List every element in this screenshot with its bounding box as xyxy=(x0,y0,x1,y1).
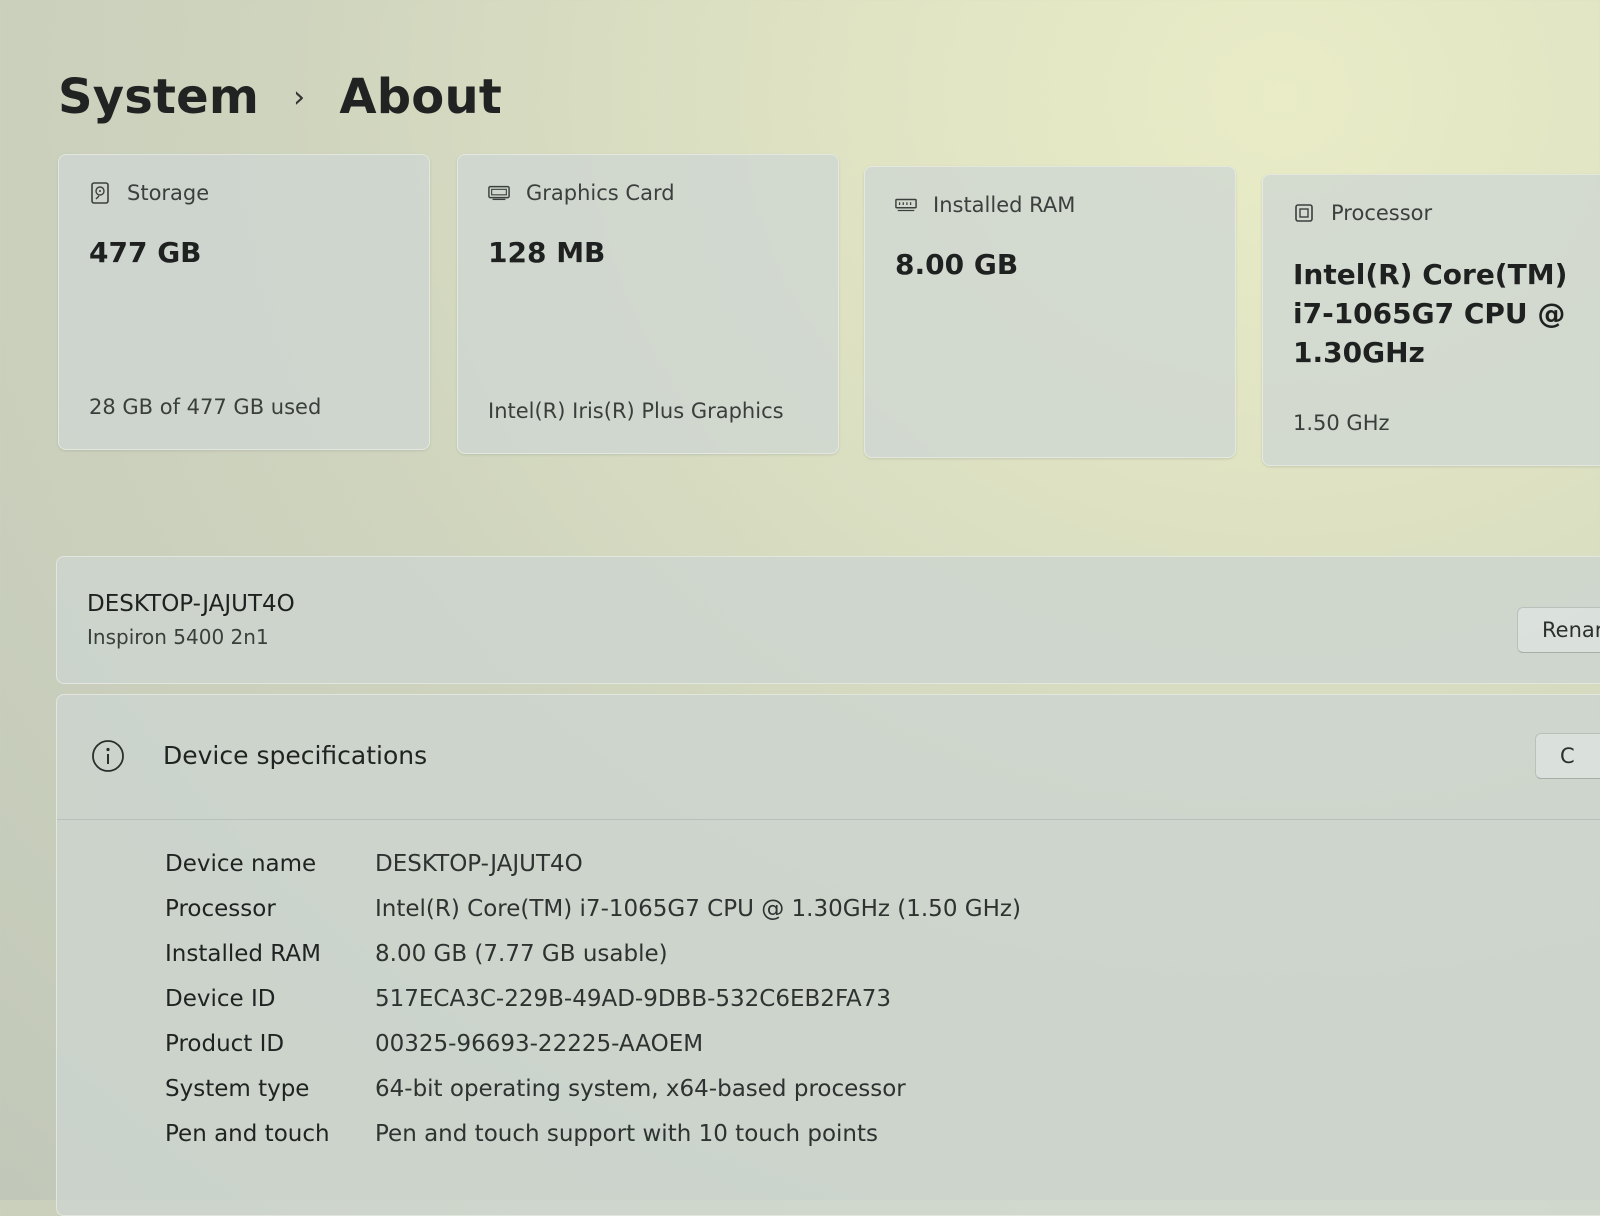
copy-button[interactable]: C xyxy=(1535,733,1600,779)
spec-key: Processor xyxy=(165,895,276,922)
rename-button[interactable]: Renar xyxy=(1517,607,1600,653)
spec-row-device-name: Device name DESKTOP-JAJUT4O xyxy=(165,841,1465,886)
spec-value: DESKTOP-JAJUT4O xyxy=(375,850,583,877)
processor-icon xyxy=(1293,203,1315,223)
spec-list: Device name DESKTOP-JAJUT4O Processor In… xyxy=(165,841,1465,1156)
storage-card: Storage 477 GB 28 GB of 477 GB used xyxy=(58,154,430,450)
device-specifications-title: Device specifications xyxy=(163,741,428,770)
storage-value: 477 GB xyxy=(89,236,202,269)
ram-value: 8.00 GB xyxy=(895,248,1019,281)
spec-key: Product ID xyxy=(165,1030,285,1057)
spec-row-processor: Processor Intel(R) Core(TM) i7-1065G7 CP… xyxy=(165,886,1465,931)
hard-drive-icon xyxy=(89,182,111,204)
graphics-label: Graphics Card xyxy=(526,181,675,205)
spec-row-installed-ram: Installed RAM 8.00 GB (7.77 GB usable) xyxy=(165,931,1465,976)
ram-card: Installed RAM 8.00 GB xyxy=(864,166,1236,458)
device-specifications-header[interactable]: Device specifications C xyxy=(57,695,1600,820)
breadcrumb-system[interactable]: System xyxy=(58,69,259,125)
display-adapter-icon xyxy=(488,183,510,203)
spec-value: 00325-96693-22225-AAOEM xyxy=(375,1030,704,1057)
spec-value: 8.00 GB (7.77 GB usable) xyxy=(375,940,668,967)
spec-value: 517ECA3C-229B-49AD-9DBB-532C6EB2FA73 xyxy=(375,985,892,1012)
ram-label: Installed RAM xyxy=(933,193,1076,217)
processor-card-header: Processor xyxy=(1293,201,1432,225)
spec-value: Intel(R) Core(TM) i7-1065G7 CPU @ 1.30GH… xyxy=(375,895,1021,922)
graphics-value: 128 MB xyxy=(488,236,606,269)
spec-value: 64-bit operating system, x64-based proce… xyxy=(375,1075,906,1102)
storage-detail: 28 GB of 477 GB used xyxy=(89,395,322,419)
breadcrumb: System › About xyxy=(58,62,502,132)
device-model: Inspiron 5400 2n1 xyxy=(87,625,269,649)
chevron-right-icon: › xyxy=(293,79,306,115)
processor-value: Intel(R) Core(TM) i7-1065G7 CPU @ 1.30GH… xyxy=(1293,255,1567,372)
processor-value-line: i7-1065G7 CPU @ xyxy=(1293,297,1566,330)
processor-value-line: Intel(R) Core(TM) xyxy=(1293,258,1568,291)
graphics-detail: Intel(R) Iris(R) Plus Graphics xyxy=(488,399,784,423)
spec-row-pen-and-touch: Pen and touch Pen and touch support with… xyxy=(165,1111,1465,1156)
spec-row-system-type: System type 64-bit operating system, x64… xyxy=(165,1066,1465,1111)
info-icon xyxy=(92,740,124,772)
spec-key: Pen and touch xyxy=(165,1120,330,1147)
processor-label: Processor xyxy=(1331,201,1433,225)
spec-key: Installed RAM xyxy=(165,940,321,967)
graphics-card-header: Graphics Card xyxy=(488,181,675,205)
device-name-panel: DESKTOP-JAJUT4O Inspiron 5400 2n1 Renar xyxy=(56,556,1600,684)
spec-key: Device ID xyxy=(165,985,276,1012)
processor-detail: 1.50 GHz xyxy=(1293,411,1390,435)
device-name: DESKTOP-JAJUT4O xyxy=(87,591,295,617)
spec-key: Device name xyxy=(165,850,317,877)
ram-card-header: Installed RAM xyxy=(895,193,1075,217)
page-title: About xyxy=(339,69,502,125)
spec-value: Pen and touch support with 10 touch poin… xyxy=(375,1120,879,1147)
processor-value-line: 1.30GHz xyxy=(1293,336,1425,369)
spec-key: System type xyxy=(165,1075,310,1102)
processor-card: Processor Intel(R) Core(TM) i7-1065G7 CP… xyxy=(1262,174,1600,466)
device-specifications-panel: Device specifications C Device name DESK… xyxy=(56,694,1600,1216)
storage-label: Storage xyxy=(127,181,210,205)
spec-row-product-id: Product ID 00325-96693-22225-AAOEM xyxy=(165,1021,1465,1066)
storage-card-header: Storage xyxy=(89,181,209,205)
graphics-card: Graphics Card 128 MB Intel(R) Iris(R) Pl… xyxy=(457,154,839,454)
memory-icon xyxy=(895,195,917,215)
spec-row-device-id: Device ID 517ECA3C-229B-49AD-9DBB-532C6E… xyxy=(165,976,1465,1021)
